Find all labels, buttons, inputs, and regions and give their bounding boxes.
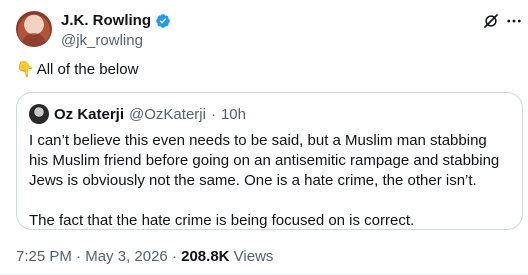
meta-separator: ·	[171, 248, 177, 265]
author-handle[interactable]: @jk_rowling	[61, 32, 171, 50]
more-icon[interactable]	[505, 12, 523, 30]
tweet-time[interactable]: 7:25 PM	[16, 248, 72, 265]
quoted-tweet[interactable]: Oz Katerji @OzKaterji · 10h I can’t beli…	[16, 92, 523, 230]
author-name-row: J.K. Rowling	[61, 12, 171, 30]
quoted-author-avatar[interactable]	[29, 104, 49, 124]
tweet-text: 👇 All of the below	[16, 60, 512, 80]
quoted-paragraph: The fact that the hate crime is being fo…	[29, 212, 415, 229]
verified-badge-icon	[156, 14, 170, 28]
views-count[interactable]: 208.8K	[181, 248, 229, 265]
meta-separator: ·	[76, 248, 82, 265]
tweet-date[interactable]: May 3, 2026	[85, 248, 168, 265]
quoted-tweet-time[interactable]: 10h	[221, 106, 246, 123]
quoted-time-separator: ·	[210, 105, 216, 123]
avatar-shading	[22, 33, 46, 47]
views-label: Views	[233, 248, 274, 265]
grok-icon[interactable]	[482, 12, 500, 30]
point-down-emoji: 👇	[16, 61, 35, 78]
quoted-tweet-header: Oz Katerji @OzKaterji · 10h	[29, 104, 246, 124]
tweet-text-body: All of the below	[36, 61, 139, 78]
quoted-author-handle[interactable]: @OzKaterji	[129, 106, 206, 123]
quoted-tweet-body: I can’t believe this even needs to be sa…	[29, 131, 507, 231]
author-display-name[interactable]: J.K. Rowling	[61, 12, 151, 30]
quoted-author-name[interactable]: Oz Katerji	[54, 106, 124, 123]
quoted-paragraph: I can’t believe this even needs to be sa…	[29, 132, 500, 189]
tweet-meta: 7:25 PM · May 3, 2026 · 208.8K Views	[16, 249, 273, 265]
author-avatar[interactable]	[16, 11, 52, 47]
author-info: J.K. Rowling @jk_rowling	[61, 12, 171, 50]
tweet: J.K. Rowling @jk_rowling 👇 All of the be…	[0, 0, 528, 275]
